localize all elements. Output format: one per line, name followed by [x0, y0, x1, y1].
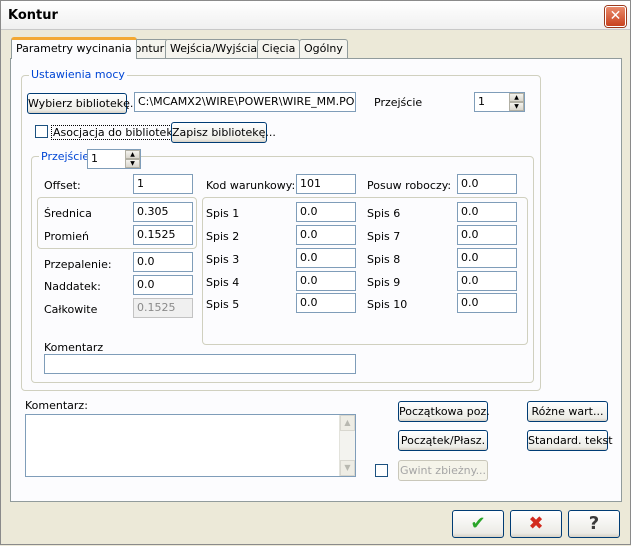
spis-10-field[interactable]: 0.0: [457, 293, 517, 313]
pass-label: Przejście: [374, 96, 423, 109]
burn-field[interactable]: 0.0: [133, 252, 193, 272]
offset-field[interactable]: 1: [133, 174, 193, 194]
taper-thread-checkbox[interactable]: [375, 464, 388, 477]
spis-1-field[interactable]: 0.0: [296, 202, 356, 222]
pass-spinner[interactable]: 1 ▲ ▼: [474, 92, 525, 112]
spis-3-field[interactable]: 0.0: [296, 248, 356, 268]
diameter-field[interactable]: 0.305: [133, 202, 193, 222]
spis-2-field[interactable]: 0.0: [296, 225, 356, 245]
scroll-down-icon[interactable]: ▼: [340, 460, 355, 476]
offset-label: Offset:: [44, 179, 81, 192]
total-label: Całkowite: [44, 303, 98, 316]
spin-up-icon[interactable]: ▲: [509, 93, 524, 102]
spis-6-field[interactable]: 0.0: [457, 202, 517, 222]
radius-field[interactable]: 0.1525: [133, 225, 193, 245]
spis-5-field[interactable]: 0.0: [296, 293, 356, 313]
spis-7-label: Spis 7: [367, 230, 401, 243]
spin-down-icon[interactable]: ▼: [125, 159, 140, 168]
pass-comment-label: Komentarz: [44, 341, 104, 354]
spis-4-field[interactable]: 0.0: [296, 271, 356, 291]
spis-9-field[interactable]: 0.0: [457, 271, 517, 291]
pass-comment-field[interactable]: [44, 354, 356, 374]
standard-text-button[interactable]: Standard. tekst: [527, 430, 613, 451]
radius-label: Promień: [44, 230, 89, 243]
allowance-field[interactable]: 0.0: [133, 275, 193, 295]
pass-group-spinner-value: 1: [91, 152, 98, 165]
comment-label: Komentarz:: [25, 399, 88, 412]
library-path-field[interactable]: C:\MCAMX2\WIRE\POWER\WIRE_MM.PO: [134, 92, 356, 112]
spis-3-label: Spis 3: [206, 253, 240, 266]
pass-spinner-value: 1: [478, 95, 485, 108]
spis-5-label: Spis 5: [206, 298, 240, 311]
spis-9-label: Spis 9: [367, 276, 401, 289]
power-settings-legend: Ustawienia mocy: [29, 68, 127, 81]
diameter-label: Średnica: [44, 207, 92, 220]
spis-7-field[interactable]: 0.0: [457, 225, 517, 245]
spin-down-icon[interactable]: ▼: [509, 102, 524, 111]
misc-values-button[interactable]: Różne wart...: [527, 401, 608, 422]
feed-label: Posuw roboczy:: [367, 179, 452, 192]
start-plane-button[interactable]: Początek/Płasz.: [398, 430, 488, 451]
code-field[interactable]: 101: [296, 174, 356, 194]
pass-group-legend: Przejście: [39, 150, 92, 163]
spin-up-icon[interactable]: ▲: [125, 150, 140, 159]
choose-library-button[interactable]: Wybierz bibliotekę...: [27, 93, 140, 114]
comment-scrollbar[interactable]: ▲ ▼: [339, 415, 355, 476]
spis-6-label: Spis 6: [367, 207, 401, 220]
save-library-button[interactable]: Zapisz bibliotekę...: [171, 122, 276, 143]
tab-content: Ustawienia mocy Wybierz bibliotekę... C:…: [1, 1, 631, 546]
spis-4-label: Spis 4: [206, 276, 240, 289]
spis-10-label: Spis 10: [367, 298, 408, 311]
assoc-library-checkbox[interactable]: [35, 125, 48, 138]
total-field: 0.1525: [133, 298, 193, 318]
scroll-up-icon[interactable]: ▲: [340, 415, 355, 431]
spis-8-label: Spis 8: [367, 253, 401, 266]
spis-1-label: Spis 1: [206, 207, 240, 220]
start-position-button[interactable]: Początkowa poz.: [398, 401, 490, 422]
pass-group-spinner[interactable]: 1 ▲ ▼: [87, 149, 141, 169]
spis-8-field[interactable]: 0.0: [457, 248, 517, 268]
assoc-library-label: Asocjacja do biblioteki: [51, 125, 178, 140]
feed-field[interactable]: 0.0: [457, 174, 517, 194]
burn-label: Przepalenie:: [44, 258, 112, 271]
allowance-label: Naddatek:: [44, 280, 101, 293]
spis-2-label: Spis 2: [206, 230, 240, 243]
taper-thread-button: Gwint zbieżny...: [398, 460, 488, 481]
code-label: Kod warunkowy:: [206, 179, 296, 192]
comment-textarea[interactable]: ▲ ▼: [25, 414, 356, 477]
dialog-window: Kontur ✕ Parametry wycinania Kontur Wejś…: [0, 0, 631, 545]
